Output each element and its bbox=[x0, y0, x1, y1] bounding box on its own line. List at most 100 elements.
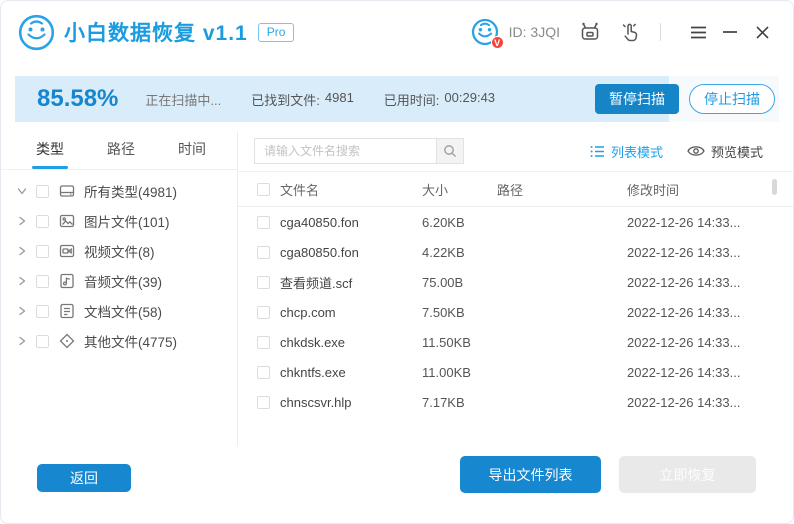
preview-mode-button[interactable]: 预览模式 bbox=[687, 142, 763, 161]
chevron-right-icon[interactable] bbox=[16, 306, 27, 316]
table-row[interactable]: cga40850.fon 6.20KB 2022-12-26 14:33... bbox=[238, 207, 793, 237]
tree-item-all-types[interactable]: 所有类型(4981) bbox=[1, 176, 237, 206]
scan-progress-bar: 85.58% 正在扫描中... 已找到文件: 4981 已用时间: 00:29:… bbox=[15, 76, 779, 122]
tree-item-label: 其他文件(4775) bbox=[84, 331, 177, 351]
file-modified: 2022-12-26 14:33... bbox=[627, 335, 793, 350]
search-button[interactable] bbox=[436, 138, 464, 164]
row-checkbox[interactable] bbox=[257, 396, 270, 409]
minimize-button[interactable] bbox=[719, 21, 741, 43]
export-file-list-button[interactable]: 导出文件列表 bbox=[460, 456, 601, 493]
file-type-tree: 所有类型(4981) 图片文件(101) bbox=[1, 170, 237, 356]
tree-item-others[interactable]: 其他文件(4775) bbox=[1, 326, 237, 356]
time-used-stat: 已用时间: 00:29:43 bbox=[384, 90, 495, 109]
chevron-right-icon[interactable] bbox=[16, 246, 27, 256]
files-found-value: 4981 bbox=[325, 90, 354, 109]
tree-item-audio[interactable]: 音频文件(39) bbox=[1, 266, 237, 296]
tree-checkbox[interactable] bbox=[36, 335, 49, 348]
tab-type[interactable]: 类型 bbox=[36, 139, 64, 169]
table-row[interactable]: chkntfs.exe 11.00KB 2022-12-26 14:33... bbox=[238, 357, 793, 387]
back-button[interactable]: 返回 bbox=[37, 464, 131, 492]
file-name: cga80850.fon bbox=[280, 245, 422, 260]
file-name: chkntfs.exe bbox=[280, 365, 422, 380]
file-size: 6.20KB bbox=[422, 215, 497, 230]
scan-status-text: 正在扫描中... bbox=[145, 90, 221, 109]
image-icon bbox=[58, 212, 76, 230]
scrollbar-thumb[interactable] bbox=[772, 179, 777, 195]
robot-feedback-icon[interactable] bbox=[578, 21, 602, 43]
pro-badge: Pro bbox=[258, 23, 295, 42]
table-row[interactable]: chnscsvr.hlp 7.17KB 2022-12-26 14:33... bbox=[238, 387, 793, 417]
footer-bar: 返回 导出文件列表 立即恢复 bbox=[1, 446, 793, 524]
row-checkbox[interactable] bbox=[257, 366, 270, 379]
select-all-checkbox[interactable] bbox=[257, 183, 270, 196]
pause-scan-button[interactable]: 暂停扫描 bbox=[595, 84, 679, 114]
tree-checkbox[interactable] bbox=[36, 275, 49, 288]
other-files-icon bbox=[58, 332, 76, 350]
table-row[interactable]: chcp.com 7.50KB 2022-12-26 14:33... bbox=[238, 297, 793, 327]
time-used-value: 00:29:43 bbox=[444, 90, 495, 109]
table-row[interactable]: chkdsk.exe 11.50KB 2022-12-26 14:33... bbox=[238, 327, 793, 357]
file-modified: 2022-12-26 14:33... bbox=[627, 365, 793, 380]
app-logo-icon bbox=[18, 14, 55, 51]
user-avatar[interactable]: V bbox=[471, 18, 499, 46]
sidebar: 类型 路径 时间 所有类型(4981) bbox=[1, 131, 238, 446]
tree-item-label: 音频文件(39) bbox=[84, 271, 162, 291]
row-checkbox[interactable] bbox=[257, 276, 270, 289]
file-name: chcp.com bbox=[280, 305, 422, 320]
table-row[interactable]: cga80850.fon 4.22KB 2022-12-26 14:33... bbox=[238, 237, 793, 267]
row-checkbox[interactable] bbox=[257, 306, 270, 319]
row-checkbox[interactable] bbox=[257, 246, 270, 259]
close-button[interactable] bbox=[751, 21, 773, 43]
tree-item-images[interactable]: 图片文件(101) bbox=[1, 206, 237, 236]
header-size: 大小 bbox=[422, 180, 497, 199]
header-file-name: 文件名 bbox=[280, 180, 422, 199]
row-checkbox[interactable] bbox=[257, 336, 270, 349]
recover-now-button[interactable]: 立即恢复 bbox=[619, 456, 756, 493]
tree-checkbox[interactable] bbox=[36, 215, 49, 228]
chevron-right-icon[interactable] bbox=[16, 336, 27, 346]
time-used-label: 已用时间: bbox=[384, 90, 440, 109]
menu-button[interactable] bbox=[687, 21, 709, 43]
drive-icon bbox=[58, 182, 76, 200]
file-size: 75.00B bbox=[422, 275, 497, 290]
tree-item-videos[interactable]: 视频文件(8) bbox=[1, 236, 237, 266]
tab-time[interactable]: 时间 bbox=[178, 139, 206, 169]
list-mode-button[interactable]: 列表模式 bbox=[590, 142, 663, 161]
app-window: 小白数据恢复 v1.1 Pro V ID: 3JQI bbox=[0, 0, 794, 524]
files-found-stat: 已找到文件: 4981 bbox=[251, 90, 354, 109]
chevron-right-icon[interactable] bbox=[16, 276, 27, 286]
file-list-panel: 列表模式 预览模式 文件名 大小 路径 修改时间 cga4085 bbox=[238, 131, 793, 446]
chevron-down-icon[interactable] bbox=[16, 186, 27, 196]
tab-path[interactable]: 路径 bbox=[107, 139, 135, 169]
eye-icon bbox=[687, 145, 705, 157]
touch-guide-icon[interactable] bbox=[619, 21, 641, 43]
tree-checkbox[interactable] bbox=[36, 185, 49, 198]
tree-item-label: 所有类型(4981) bbox=[84, 181, 177, 201]
row-checkbox[interactable] bbox=[257, 216, 270, 229]
progress-percent: 85.58% bbox=[37, 85, 118, 113]
document-icon bbox=[58, 302, 76, 320]
tree-checkbox[interactable] bbox=[36, 245, 49, 258]
tree-item-documents[interactable]: 文档文件(58) bbox=[1, 296, 237, 326]
file-name: chkdsk.exe bbox=[280, 335, 422, 350]
files-found-label: 已找到文件: bbox=[251, 90, 320, 109]
tree-item-label: 图片文件(101) bbox=[84, 211, 170, 231]
chevron-right-icon[interactable] bbox=[16, 216, 27, 226]
list-mode-label: 列表模式 bbox=[611, 142, 663, 161]
file-modified: 2022-12-26 14:33... bbox=[627, 305, 793, 320]
file-modified: 2022-12-26 14:33... bbox=[627, 215, 793, 230]
table-row[interactable]: 查看频道.scf 75.00B 2022-12-26 14:33... bbox=[238, 267, 793, 297]
file-name: cga40850.fon bbox=[280, 215, 422, 230]
file-size: 7.50KB bbox=[422, 305, 497, 320]
video-icon bbox=[58, 242, 76, 260]
file-name: 查看频道.scf bbox=[280, 273, 422, 292]
user-id: ID: 3JQI bbox=[509, 24, 560, 40]
title-bar: 小白数据恢复 v1.1 Pro V ID: 3JQI bbox=[1, 1, 793, 63]
stop-scan-button[interactable]: 停止扫描 bbox=[689, 84, 775, 114]
tree-checkbox[interactable] bbox=[36, 305, 49, 318]
search-icon bbox=[443, 144, 457, 158]
sidebar-tabs: 类型 路径 时间 bbox=[1, 131, 237, 170]
content-area: 类型 路径 时间 所有类型(4981) bbox=[1, 131, 793, 446]
file-size: 11.50KB bbox=[422, 335, 497, 350]
search-input[interactable] bbox=[254, 138, 436, 164]
